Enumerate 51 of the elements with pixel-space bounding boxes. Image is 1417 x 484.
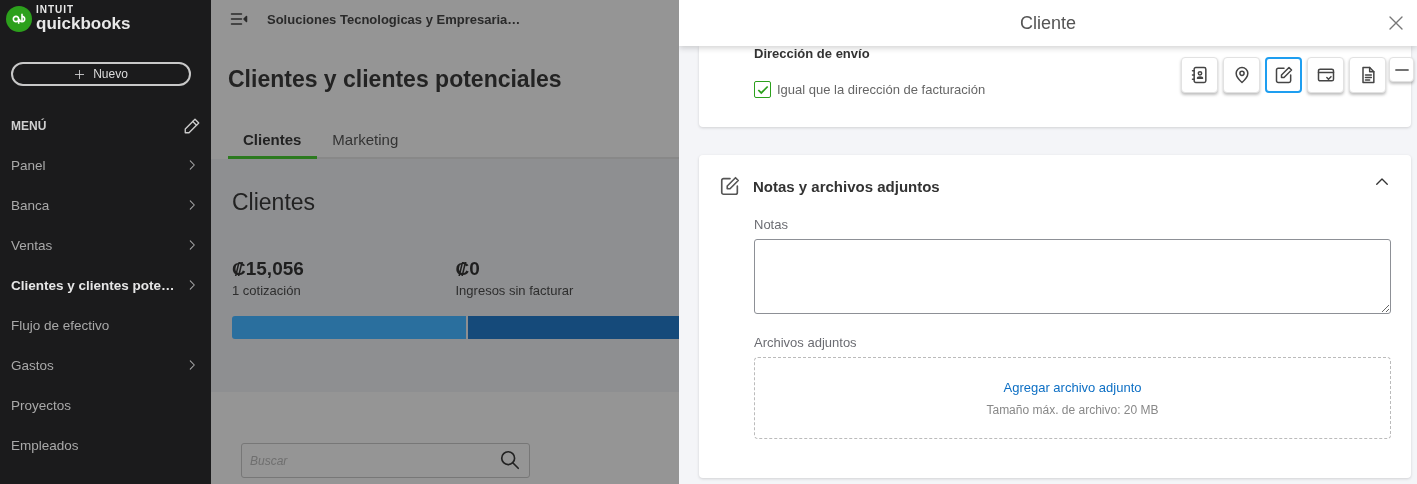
- checkbox-label: Igual que la dirección de facturación: [777, 82, 986, 97]
- amount: ₡15,056: [232, 258, 305, 280]
- logo-icon: [6, 5, 32, 32]
- section-heading: Notas y archivos adjuntos: [753, 177, 941, 195]
- brand-wordmark: INTUIT: [36, 5, 76, 15]
- edit-icon: [719, 175, 741, 197]
- nav-item[interactable]: Empleados: [0, 425, 211, 465]
- pencil-icon[interactable]: [183, 117, 201, 135]
- brand-name: quickbooks: [36, 15, 131, 32]
- drawer-title: Cliente: [1020, 12, 1076, 34]
- add-attachment-link[interactable]: Agregar archivo adjunto: [1003, 379, 1142, 395]
- nav-label: Flujo de efectivo: [11, 317, 110, 333]
- search-icon[interactable]: [499, 449, 521, 471]
- nav-item[interactable]: Clientes y clientes pote…: [0, 265, 211, 305]
- nav-item[interactable]: Flujo de efectivo: [0, 305, 211, 345]
- menu-heading: MENÚ: [11, 119, 47, 133]
- tab[interactable]: Marketing: [317, 131, 415, 159]
- nav-label: Ventas: [11, 237, 53, 253]
- field-label: Archivos adjuntos: [754, 335, 858, 350]
- notes-field[interactable]: [754, 239, 1391, 314]
- amount-caption: 1 cotización: [232, 283, 302, 298]
- address-book-icon: [1189, 65, 1210, 85]
- nav-label: Gastos: [11, 357, 54, 373]
- amount: ₡0: [455, 258, 481, 280]
- checkbox[interactable]: [754, 81, 771, 98]
- page-title: Clientes y clientes potenciales: [228, 66, 563, 94]
- nav-item[interactable]: Proyectos: [0, 385, 211, 425]
- nav-label: Proyectos: [11, 397, 72, 413]
- nav-label: Empleados: [11, 437, 79, 453]
- section-heading: Dirección de envío: [754, 46, 871, 61]
- amount-caption: Ingresos sin facturar: [455, 283, 575, 298]
- nav-item[interactable]: Panel: [0, 145, 211, 185]
- nav-item[interactable]: Banca: [0, 185, 211, 225]
- nav-label: Clientes y clientes pote…: [11, 277, 175, 293]
- size-hint: Tamaño máx. de archivo: 20 MB: [986, 402, 1159, 417]
- edit-icon: [1273, 65, 1294, 85]
- minimize-button[interactable]: [1389, 57, 1414, 82]
- close-icon[interactable]: [1387, 14, 1405, 32]
- nav-item[interactable]: Gastos: [0, 345, 211, 385]
- section-title: Clientes: [232, 189, 317, 216]
- toolbar-button[interactable]: [1265, 57, 1302, 93]
- new-button[interactable]: Nuevo: [11, 62, 191, 86]
- nav-item[interactable]: Ventas: [0, 225, 211, 265]
- minus-icon: [1394, 68, 1409, 71]
- card-check-icon: [1315, 65, 1336, 85]
- field-label: Notas: [754, 217, 789, 232]
- nav-label: Banca: [11, 197, 50, 213]
- attachment-dropzone[interactable]: Agregar archivo adjunto Tamaño máx. de archivo: 20 MB: [754, 357, 1391, 439]
- company-name: Soluciones Tecnologicas y Empresaria…: [267, 11, 521, 27]
- nav-label: Panel: [11, 157, 46, 173]
- plus-icon: [74, 68, 86, 80]
